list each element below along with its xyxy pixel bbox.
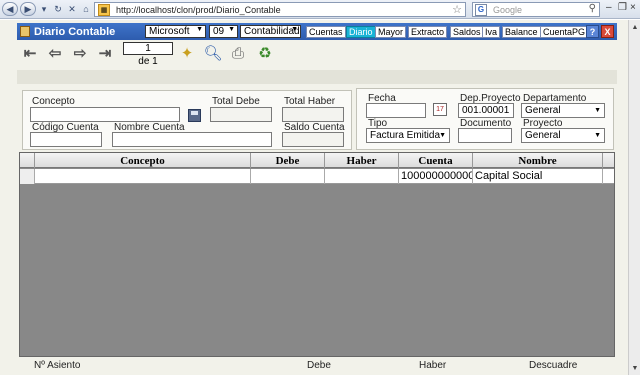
column-header-debe[interactable]: Debe — [251, 153, 325, 168]
scroll-down-icon[interactable]: ▼ — [630, 363, 640, 373]
total-debe-field — [210, 107, 272, 122]
total-debe-label: Total Debe — [212, 96, 260, 107]
help-button[interactable]: ? — [586, 25, 599, 38]
proyecto-select[interactable]: General ▼ — [521, 128, 605, 143]
back-icon[interactable]: ◀ — [2, 2, 18, 16]
search-placeholder[interactable]: Google — [493, 5, 522, 15]
company-select[interactable]: Microsoft ▼ — [145, 25, 206, 38]
page-count: de 1 — [138, 56, 158, 67]
browser-toolbar: ◀ ▶ ▾ ↻ ✕ ⌂ ▦ http://localhost/clon/prod… — [0, 0, 640, 19]
column-header-cuenta[interactable]: Cuenta — [399, 153, 473, 168]
asiento-label: Nº Asiento — [34, 360, 81, 371]
menu-iva[interactable]: Iva — [482, 26, 501, 38]
delete-bin-icon[interactable]: ♻ — [254, 42, 276, 64]
dep-proyecto-input[interactable]: 001.00001 — [458, 103, 514, 118]
chevron-down-icon: ▼ — [594, 132, 601, 139]
menu-cuentas[interactable]: Cuentas — [306, 26, 346, 38]
next-record-icon[interactable]: ⇨ — [70, 45, 90, 62]
menu-diario[interactable]: Diario — [346, 26, 376, 38]
cell-haber[interactable] — [325, 169, 399, 184]
minimize-icon[interactable]: – — [606, 2, 612, 13]
row-selector[interactable] — [20, 169, 35, 184]
table-row[interactable]: 100000000000 Capital Social — [20, 169, 614, 184]
chevron-down-icon: ▼ — [228, 26, 235, 33]
concepto-label: Concepto — [32, 96, 75, 107]
tipo-select[interactable]: Factura Emitida ▼ — [366, 128, 450, 143]
entries-grid[interactable]: Concepto Debe Haber Cuenta Nombre 100000… — [19, 152, 615, 357]
chevron-down-icon: ▼ — [291, 26, 298, 33]
bookmark-star-icon[interactable]: ☆ — [452, 3, 462, 16]
footer-haber-label: Haber — [419, 360, 447, 371]
cell-nombre[interactable]: Capital Social — [473, 169, 603, 184]
row-selector-header — [20, 153, 35, 168]
reload-icon[interactable]: ↻ — [52, 2, 64, 16]
grid-header: Concepto Debe Haber Cuenta Nombre — [20, 153, 614, 168]
save-icon[interactable] — [188, 109, 201, 122]
descuadre-label: Descuadre — [529, 360, 578, 371]
codigo-cuenta-input[interactable] — [30, 132, 102, 147]
last-record-icon[interactable]: ⇥ — [95, 45, 115, 62]
close-button[interactable]: X — [601, 25, 614, 38]
total-haber-label: Total Haber — [284, 96, 336, 107]
window-close-icon[interactable]: × — [630, 2, 636, 13]
departamento-value: General — [525, 105, 561, 116]
google-icon[interactable]: G — [475, 3, 487, 16]
chevron-down-icon: ▼ — [196, 26, 203, 33]
concepto-input[interactable] — [30, 107, 180, 122]
tipo-value: Factura Emitida — [370, 130, 441, 141]
menu-extracto[interactable]: Extracto — [408, 26, 448, 38]
search-icon[interactable]: 🔍︎ — [202, 42, 224, 64]
chevron-down-icon: ▼ — [439, 132, 446, 139]
column-header-nombre[interactable]: Nombre — [473, 153, 603, 168]
calendar-icon[interactable]: 17 — [433, 103, 447, 116]
menu-cuentapg[interactable]: CuentaPG — [540, 26, 589, 38]
chevron-down-icon: ▼ — [594, 107, 601, 114]
fecha-input[interactable] — [366, 103, 426, 118]
previous-record-icon[interactable]: ⇦ — [45, 45, 65, 62]
vertical-scrollbar[interactable]: ▲ ▼ — [628, 20, 640, 375]
menu-mayor[interactable]: Mayor — [375, 26, 407, 38]
app-icon — [20, 26, 30, 37]
module-select[interactable]: Contabilidad ▼ — [240, 25, 301, 38]
saldo-cuenta-field — [282, 132, 344, 147]
total-haber-field — [282, 107, 344, 122]
footer-debe-label: Debe — [307, 360, 331, 371]
column-header-concepto[interactable]: Concepto — [35, 153, 251, 168]
company-select-value: Microsoft — [149, 26, 190, 37]
period-select[interactable]: 09 ▼ — [209, 25, 238, 38]
new-document-icon[interactable]: ✦ — [176, 42, 198, 64]
documento-input[interactable] — [458, 128, 512, 143]
record-toolbar: ⇤ ⇦ ⇨ ⇥ 1 de 1 ✦ 🔍︎ ⎙ ♻ — [17, 40, 617, 70]
app-title: Diario Contable — [34, 25, 116, 38]
site-favicon-icon: ▦ — [98, 3, 110, 16]
cell-debe[interactable] — [251, 169, 325, 184]
cell-cuenta[interactable]: 100000000000 — [399, 169, 473, 184]
proyecto-value: General — [525, 130, 561, 141]
restore-icon[interactable]: ❐ — [618, 2, 627, 13]
history-dropdown-icon[interactable]: ▾ — [38, 2, 50, 16]
scroll-up-icon[interactable]: ▲ — [630, 22, 640, 32]
column-header-haber[interactable]: Haber — [325, 153, 399, 168]
print-icon[interactable]: ⎙ — [227, 42, 249, 64]
app-titlebar: Diario Contable Microsoft ▼ 09 ▼ Contabi… — [17, 23, 617, 40]
magnifier-icon[interactable]: ⚲ — [589, 3, 596, 14]
address-bar[interactable]: ▦ http://localhost/clon/prod/Diario_Cont… — [94, 2, 466, 17]
toolbar-separator — [17, 70, 617, 84]
totals-footer: Nº Asiento Debe Haber Descuadre — [17, 357, 617, 375]
departamento-select[interactable]: General ▼ — [521, 103, 605, 118]
period-select-value: 09 — [213, 26, 225, 37]
forward-icon[interactable]: ▶ — [20, 2, 36, 16]
nombre-cuenta-input[interactable] — [112, 132, 272, 147]
browser-search-box[interactable]: G Google ⚲ — [472, 2, 600, 17]
cell-concepto[interactable] — [35, 169, 251, 184]
stop-icon[interactable]: ✕ — [66, 2, 78, 16]
home-icon[interactable]: ⌂ — [80, 2, 92, 16]
menu-balance[interactable]: Balance — [502, 26, 541, 38]
first-record-icon[interactable]: ⇤ — [20, 45, 40, 62]
menu-saldos[interactable]: Saldos — [450, 26, 484, 38]
page-number-input[interactable]: 1 — [123, 42, 173, 55]
address-url[interactable]: http://localhost/clon/prod/Diario_Contab… — [116, 5, 281, 15]
